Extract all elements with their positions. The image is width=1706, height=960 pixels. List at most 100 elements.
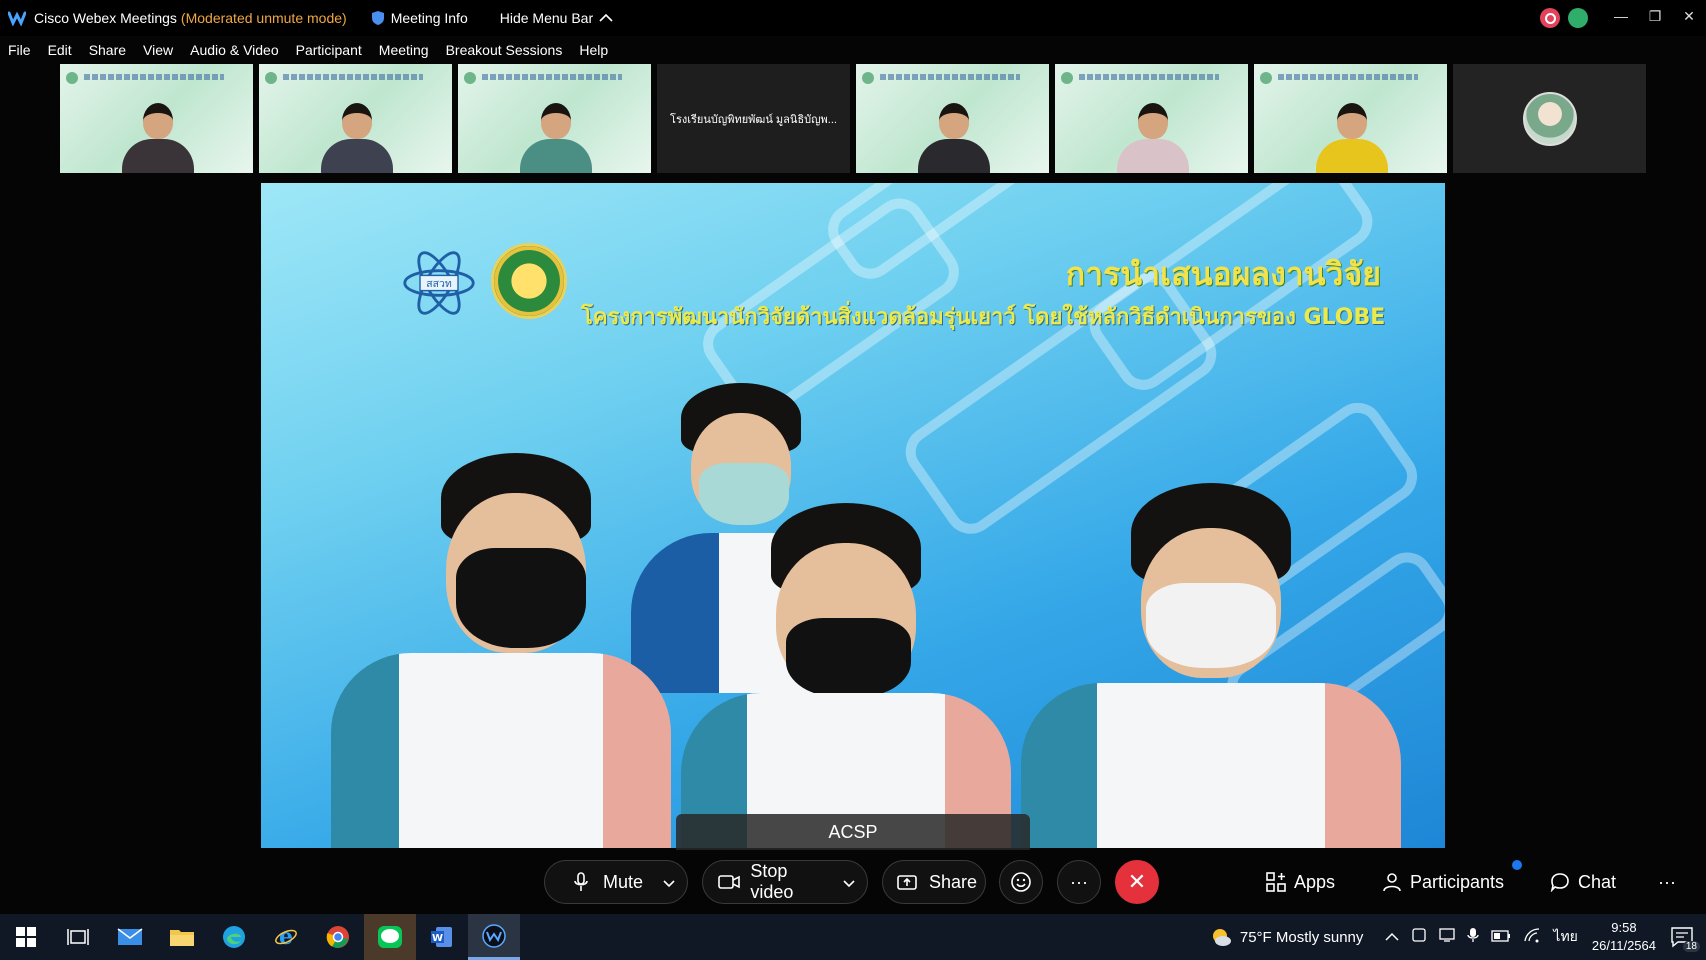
svg-text:W: W <box>432 933 443 944</box>
tray-app-icon[interactable] <box>1411 927 1427 947</box>
participants-button[interactable]: Participants <box>1382 860 1504 904</box>
windows-taskbar: e W 75°F Mostly sunny ไทย 9:58 26/11/256… <box>0 914 1706 960</box>
weather-icon[interactable] <box>1210 926 1232 948</box>
participant-thumbnail[interactable] <box>60 64 253 173</box>
participant-name: โรงเรียนบัญพิทยพัฒน์ มูลนิธิบัญพ... <box>670 113 837 126</box>
folder-icon <box>170 930 194 946</box>
avatar <box>1522 91 1577 146</box>
menu-participant[interactable]: Participant <box>296 42 362 58</box>
task-view-icon <box>67 929 89 945</box>
speaker-person <box>681 503 1011 848</box>
overflow-menu-button[interactable]: ··· <box>1658 860 1676 904</box>
clock[interactable]: 9:58 26/11/2564 <box>1592 919 1656 955</box>
app-title: Cisco Webex Meetings <box>34 10 177 26</box>
thumbnail-banner <box>862 70 1043 86</box>
participant-thumbnail[interactable] <box>458 64 651 173</box>
participant-thumbnail[interactable] <box>856 64 1049 173</box>
participant-video <box>1107 93 1197 173</box>
system-tray: 75°F Mostly sunny ไทย 9:58 26/11/2564 18 <box>1210 914 1706 960</box>
minimize-button[interactable]: — <box>1604 0 1638 32</box>
thumbnail-banner <box>464 70 645 86</box>
participant-video <box>311 93 401 173</box>
input-language-indicator[interactable]: ไทย <box>1553 926 1577 948</box>
clock-date: 26/11/2564 <box>1591 938 1656 953</box>
ministry-seal-icon <box>491 243 567 319</box>
recording-icon[interactable] <box>1540 8 1560 28</box>
weather-text[interactable]: 75°F Mostly sunny <box>1240 929 1364 946</box>
notification-count: 18 <box>1682 941 1700 952</box>
menu-edit[interactable]: Edit <box>48 42 72 58</box>
menu-share[interactable]: Share <box>89 42 126 58</box>
meeting-info-button[interactable]: Meeting Info <box>371 10 468 26</box>
chat-bubble-icon <box>1550 873 1569 892</box>
task-view-button[interactable] <box>52 914 104 960</box>
stop-video-label: Stop video <box>750 861 794 902</box>
wifi-icon[interactable] <box>1523 927 1541 947</box>
participant-thumbnail[interactable] <box>259 64 452 173</box>
mute-button[interactable]: Mute <box>544 860 688 904</box>
participant-thumbnail[interactable] <box>1254 64 1447 173</box>
show-hidden-icons-icon[interactable] <box>1385 929 1399 946</box>
participant-thumbnail[interactable] <box>1453 64 1646 173</box>
webex-app-button[interactable] <box>468 914 520 960</box>
atom-logo-icon: สสวท <box>403 251 475 315</box>
microphone-icon[interactable] <box>1467 927 1480 947</box>
active-speaker-name: ACSP <box>676 814 1030 850</box>
menu-bar: File Edit Share View Audio & Video Parti… <box>0 38 617 62</box>
slide-subtitle: โครงการพัฒนานักวิจัยด้านสิ่งแวดล้อมรุ่นเ… <box>581 305 1386 330</box>
webex-logo-icon <box>8 9 26 27</box>
notification-center-button[interactable]: 18 <box>1670 926 1700 952</box>
stop-video-button[interactable]: Stop video <box>702 860 868 904</box>
speaker-person <box>1021 483 1401 848</box>
webex-icon <box>482 923 506 948</box>
status-icons <box>1540 8 1588 28</box>
reactions-button[interactable] <box>999 860 1043 904</box>
edge-browser-button[interactable] <box>208 914 260 960</box>
title-bar: Cisco Webex Meetings (Moderated unmute m… <box>0 0 1706 36</box>
menu-file[interactable]: File <box>8 42 31 58</box>
thumbnail-banner <box>1061 70 1242 86</box>
more-options-button[interactable]: ··· <box>1057 860 1101 904</box>
clock-time: 9:58 <box>1611 920 1637 935</box>
line-chat-icon <box>378 926 402 948</box>
menu-breakout-sessions[interactable]: Breakout Sessions <box>446 42 563 58</box>
mail-app-button[interactable] <box>104 914 156 960</box>
mail-icon <box>117 928 143 945</box>
hide-menu-bar-button[interactable]: Hide Menu Bar <box>500 10 613 26</box>
file-explorer-button[interactable] <box>156 914 208 960</box>
audio-level-icon[interactable] <box>1568 8 1588 28</box>
chat-label: Chat <box>1578 871 1617 892</box>
end-meeting-button[interactable]: ✕ <box>1115 860 1159 904</box>
tray-display-icon[interactable] <box>1439 927 1456 947</box>
logo-text: สสวท <box>426 278 452 290</box>
restore-button[interactable]: ❐ <box>1638 0 1672 32</box>
menu-meeting[interactable]: Meeting <box>379 42 429 58</box>
battery-icon[interactable] <box>1491 929 1511 946</box>
participant-thumbnail[interactable]: โรงเรียนบัญพิทยพัฒน์ มูลนิธิบัญพ... <box>657 64 850 173</box>
participant-video <box>112 93 202 173</box>
line-app-button[interactable] <box>364 914 416 960</box>
menu-audio-video[interactable]: Audio & Video <box>190 42 278 58</box>
microphone-icon <box>569 872 593 892</box>
internet-explorer-button[interactable]: e <box>260 914 312 960</box>
share-button[interactable]: Share <box>882 860 986 904</box>
chat-button[interactable]: Chat <box>1550 860 1616 904</box>
menu-view[interactable]: View <box>143 42 173 58</box>
shield-icon <box>371 11 384 25</box>
webex-window: Cisco Webex Meetings (Moderated unmute m… <box>0 0 1706 960</box>
start-button[interactable] <box>0 914 52 960</box>
speaker-person <box>331 453 671 848</box>
participant-video <box>510 93 600 173</box>
apps-button[interactable]: Apps <box>1266 860 1335 904</box>
windows-logo-icon <box>16 927 36 947</box>
chrome-browser-button[interactable] <box>312 914 364 960</box>
close-button[interactable]: ✕ <box>1672 0 1706 32</box>
word-app-button[interactable]: W <box>416 914 468 960</box>
chevron-down-icon[interactable] <box>663 872 675 893</box>
participant-thumbnail[interactable] <box>1055 64 1248 173</box>
chevron-down-icon[interactable] <box>843 872 855 893</box>
menu-help[interactable]: Help <box>579 42 608 58</box>
slide-header: สสวท การนำเสนอผลงานวิจัย โครงการพัฒนานัก… <box>401 243 1401 343</box>
meeting-controls: Mute Stop video Share ··· ✕ Apps Partici… <box>0 860 1706 904</box>
participant-video <box>1306 93 1396 173</box>
